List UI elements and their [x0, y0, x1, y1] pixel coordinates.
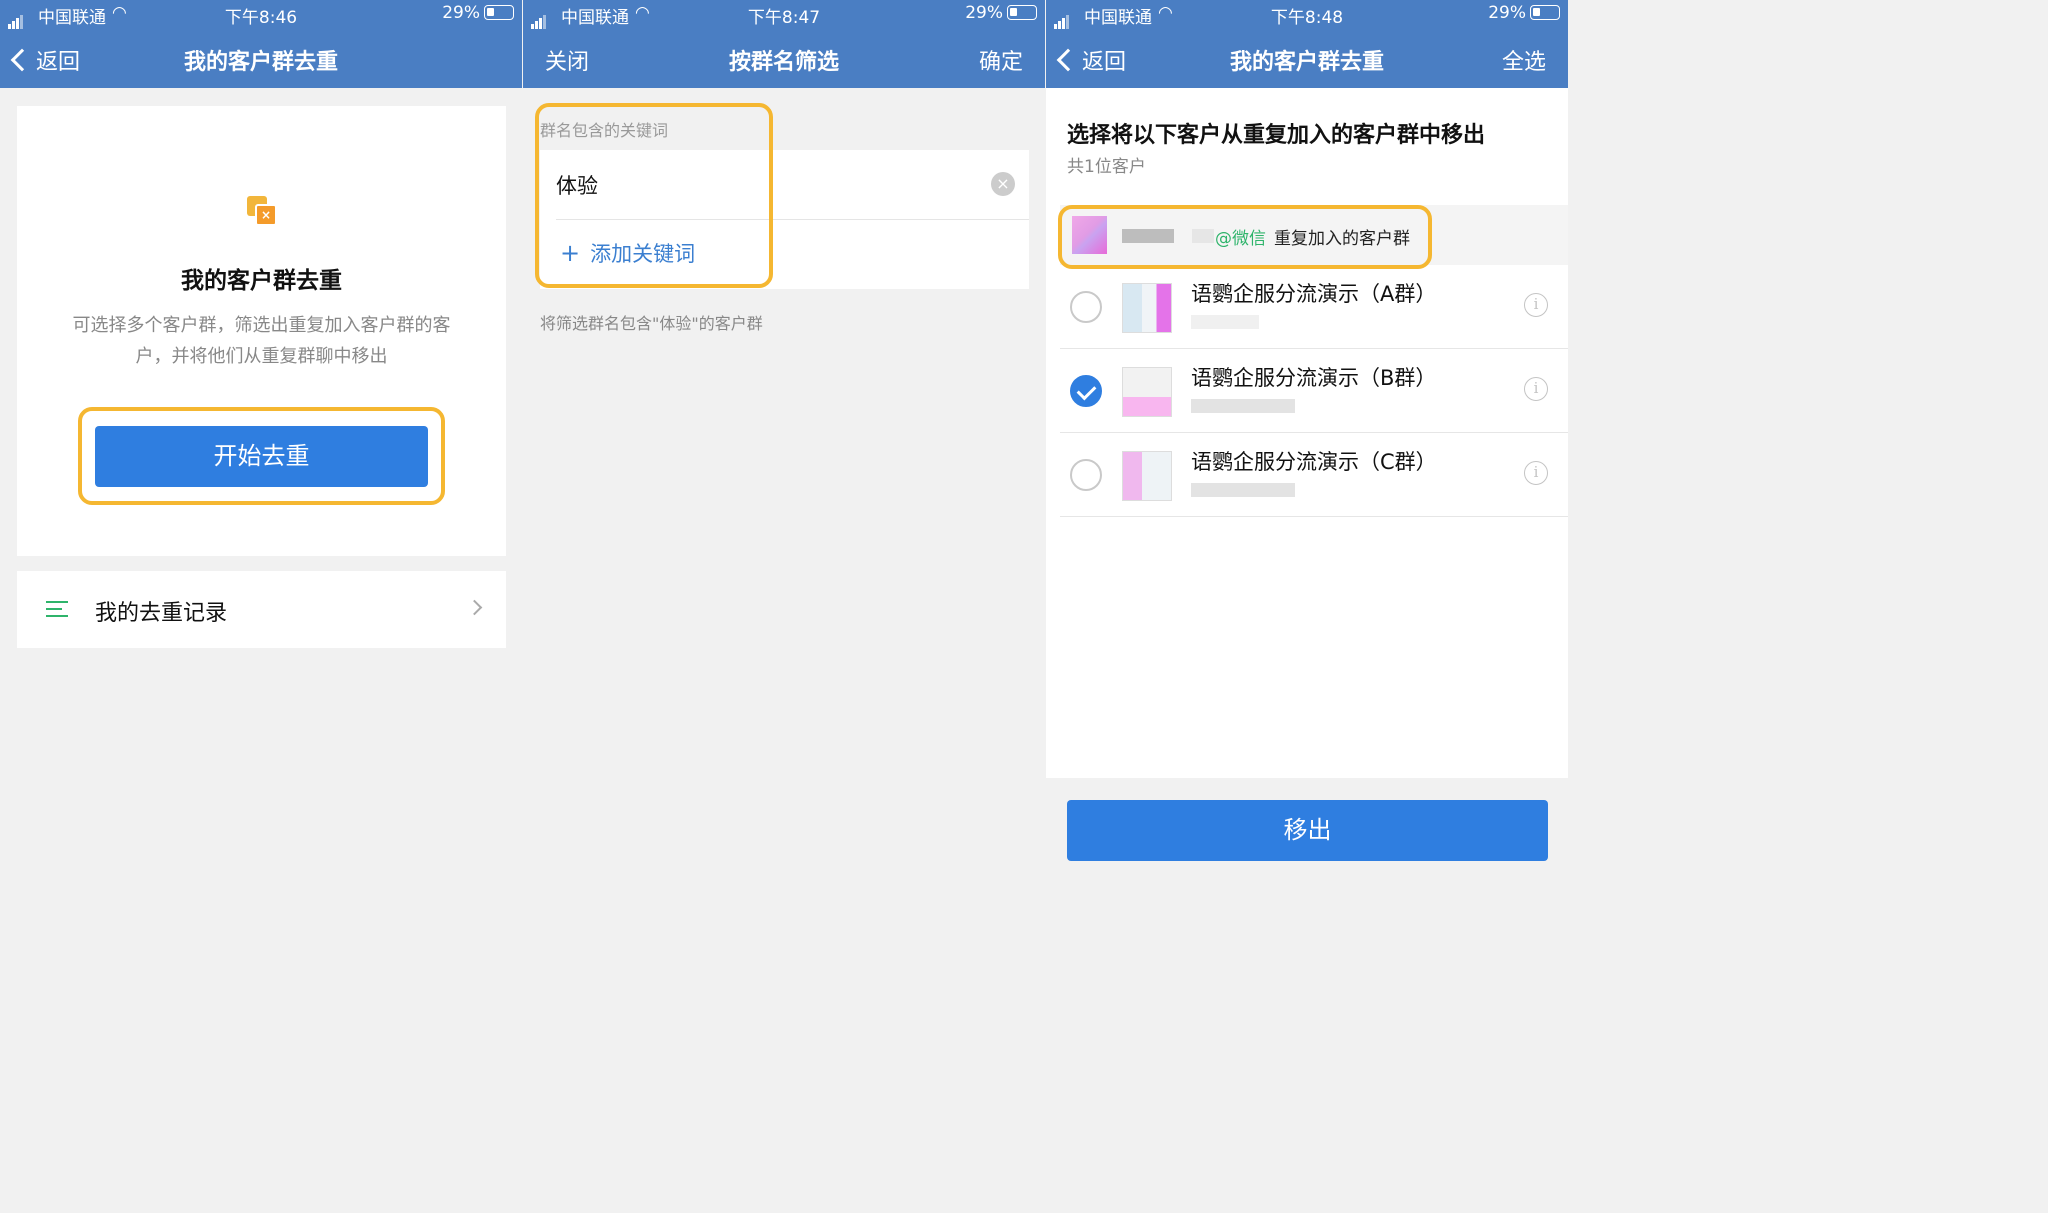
nav-bar: 关闭 按群名筛选 确定	[523, 38, 1045, 78]
intro-heading: 我的客户群去重	[181, 268, 342, 294]
nav-bar: 返回 我的客户群去重 全选	[1046, 38, 1568, 78]
close-button[interactable]: 关闭	[545, 44, 589, 76]
group-meta-redacted	[1191, 315, 1259, 329]
battery-icon	[1007, 5, 1037, 20]
section-title: 选择将以下客户从重复加入的客户群中移出	[1067, 123, 1486, 148]
group-name: 语鹦企服分流演示（A群）	[1191, 282, 1437, 306]
top-bar: 中国联通 ◠ 下午8:47 29% 关闭 按群名筛选 确定	[523, 0, 1045, 88]
avatar	[1072, 216, 1107, 254]
list-icon	[46, 601, 68, 622]
customer-name-redacted	[1192, 229, 1214, 243]
dedupe-logo-icon: ×	[247, 196, 279, 228]
intro-card: × 我的客户群去重 可选择多个客户群，筛选出重复加入客户群的客户，并将他们从重复…	[17, 106, 506, 556]
keyword-section-label: 群名包含的关键词	[540, 121, 669, 140]
screen-select-groups: 中国联通 ◠ 下午8:48 29% 返回 我的客户群去重 全选 选择将以下客户从…	[1046, 0, 1568, 929]
wechat-tag: @微信	[1215, 229, 1266, 249]
screen-filter-by-name: 中国联通 ◠ 下午8:47 29% 关闭 按群名筛选 确定 群名包含的关键词 体…	[523, 0, 1045, 929]
group-avatar	[1122, 367, 1172, 417]
battery-percent: 29%	[1488, 3, 1526, 23]
customer-row: @微信 重复加入的客户群	[1060, 205, 1568, 265]
status-bar: 中国联通 ◠ 下午8:47 29%	[523, 0, 1045, 29]
remove-button[interactable]: 移出	[1067, 800, 1548, 861]
page-title: 按群名筛选	[728, 50, 839, 75]
back-button[interactable]: 返回	[1056, 44, 1127, 76]
group-avatar	[1122, 283, 1172, 333]
back-label: 返回	[1082, 50, 1127, 75]
battery-icon	[484, 5, 514, 20]
group-row[interactable]: 语鹦企服分流演示（C群） i	[1060, 433, 1568, 517]
info-icon[interactable]: i	[1524, 377, 1548, 401]
battery-icon	[1530, 5, 1560, 20]
intro-description: 可选择多个客户群，筛选出重复加入客户群的客户，并将他们从重复群聊中移出	[72, 315, 451, 367]
nav-bar: 返回 我的客户群去重	[0, 38, 522, 78]
dedupe-records-label: 我的去重记录	[95, 601, 228, 626]
dedupe-records-row[interactable]: 我的去重记录	[17, 571, 506, 648]
top-bar: 中国联通 ◠ 下午8:46 29% 返回 我的客户群去重	[0, 0, 522, 88]
back-chevron-icon	[10, 48, 34, 72]
add-keyword-label: 添加关键词	[590, 242, 696, 266]
info-icon[interactable]: i	[1524, 293, 1548, 317]
customer-count: 共1位客户	[1067, 157, 1146, 177]
battery-status: 29%	[1488, 3, 1560, 23]
group-avatar	[1122, 451, 1172, 501]
battery-percent: 29%	[965, 3, 1003, 23]
start-dedupe-button[interactable]: 开始去重	[95, 426, 428, 487]
group-checkbox[interactable]	[1070, 291, 1102, 323]
group-name: 语鹦企服分流演示（B群）	[1191, 366, 1437, 390]
select-all-button[interactable]: 全选	[1502, 44, 1546, 76]
add-keyword-button[interactable]: + 添加关键词	[560, 238, 695, 268]
back-chevron-icon	[1056, 48, 1080, 72]
top-bar: 中国联通 ◠ 下午8:48 29% 返回 我的客户群去重 全选	[1046, 0, 1568, 88]
confirm-button[interactable]: 确定	[979, 44, 1023, 76]
clear-icon[interactable]: ×	[991, 172, 1015, 196]
group-row[interactable]: 语鹦企服分流演示（B群） i	[1060, 349, 1568, 433]
status-bar: 中国联通 ◠ 下午8:46 29%	[0, 0, 522, 29]
battery-status: 29%	[442, 3, 514, 23]
plus-icon: +	[560, 239, 581, 267]
group-checkbox-checked[interactable]	[1070, 375, 1102, 407]
battery-percent: 29%	[442, 3, 480, 23]
back-label: 返回	[36, 50, 81, 75]
filter-hint: 将筛选群名包含"体验"的客户群	[540, 314, 763, 333]
keyword-card: 体验 × + 添加关键词	[540, 150, 1029, 289]
group-name: 语鹦企服分流演示（C群）	[1191, 450, 1437, 474]
status-bar: 中国联通 ◠ 下午8:48 29%	[1046, 0, 1568, 29]
group-meta-redacted	[1191, 399, 1295, 413]
info-icon[interactable]: i	[1524, 461, 1548, 485]
keyword-input[interactable]: 体验	[556, 170, 598, 200]
customer-name-redacted	[1122, 229, 1174, 243]
back-button[interactable]: 返回	[10, 44, 81, 76]
duplicate-label: 重复加入的客户群	[1274, 229, 1410, 249]
divider	[556, 219, 1029, 220]
group-row[interactable]: 语鹦企服分流演示（A群） i	[1060, 265, 1568, 349]
screen-dedupe-home: 中国联通 ◠ 下午8:46 29% 返回 我的客户群去重 × 我的客户群去重 可…	[0, 0, 522, 929]
group-meta-redacted	[1191, 483, 1295, 497]
battery-status: 29%	[965, 3, 1037, 23]
group-checkbox[interactable]	[1070, 459, 1102, 491]
chevron-right-icon	[466, 599, 483, 616]
